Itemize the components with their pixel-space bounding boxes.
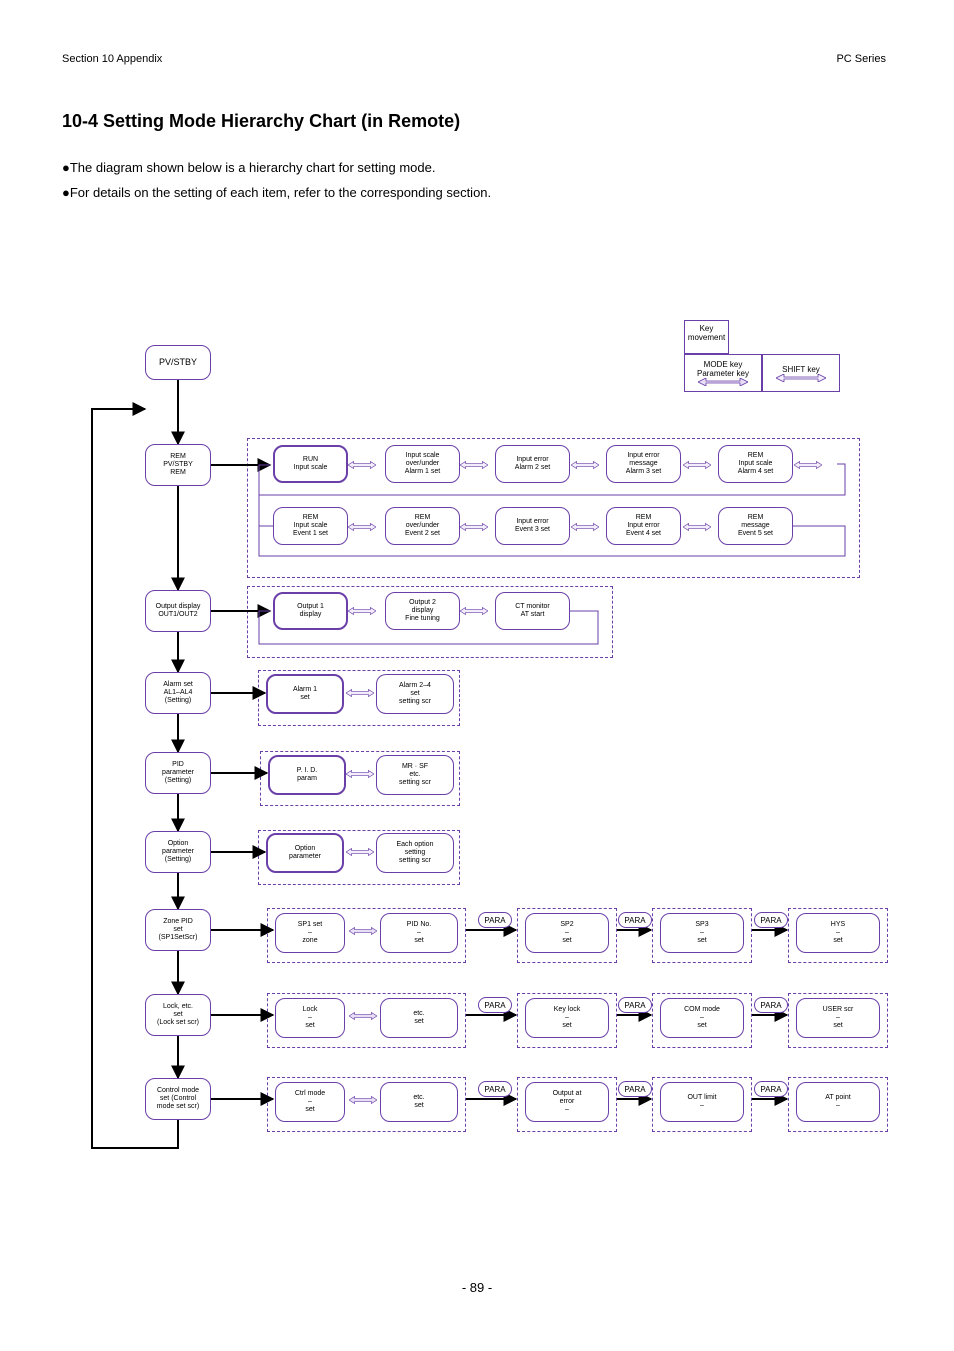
page-heading: 10-4 Setting Mode Hierarchy Chart (in Re… bbox=[62, 110, 460, 133]
main-r1: REM PV/STBY REM bbox=[145, 444, 211, 486]
row4-1: MR · SFetc.setting scr bbox=[376, 755, 454, 795]
para-pill-7-1: PARA bbox=[478, 997, 512, 1013]
page-number: - 89 - bbox=[0, 1280, 954, 1297]
row3-1: Alarm 2–4setsetting scr bbox=[376, 674, 454, 714]
row1-bot-1: REMover/underEvent 2 set bbox=[385, 507, 460, 545]
row1-top-0: RUNInput scale bbox=[273, 445, 348, 483]
para-pill-8-2: PARA bbox=[618, 1081, 652, 1097]
heading-note-1: ●The diagram shown below is a hierarchy … bbox=[62, 160, 435, 177]
main-r6: Zone PID set (SP1SetScr) bbox=[145, 909, 211, 951]
row5-0: Optionparameter bbox=[266, 833, 344, 873]
row7-tail-2: USER scr–set bbox=[796, 998, 880, 1038]
legend-title-box: Key movement bbox=[684, 320, 729, 354]
row1-top-3: Input errormessageAlarm 3 set bbox=[606, 445, 681, 483]
para-pill-6-3: PARA bbox=[754, 912, 788, 928]
row6-tail-1: SP3–set bbox=[660, 913, 744, 953]
root-box: PV/STBY bbox=[145, 345, 211, 380]
row2-1: Output 2displayFine tuning bbox=[385, 592, 460, 630]
row1-top-1: Input scaleover/underAlarm 1 set bbox=[385, 445, 460, 483]
main-r3: Alarm set AL1–AL4 (Setting) bbox=[145, 672, 211, 714]
row8-tail-0: Output aterror– bbox=[525, 1082, 609, 1122]
row6-pair-0: SP1 set–zone bbox=[275, 913, 345, 953]
row1-bot-2: Input errorEvent 3 set bbox=[495, 507, 570, 545]
row5-1: Each optionsettingsetting scr bbox=[376, 833, 454, 873]
row7-tail-1: COM mode–set bbox=[660, 998, 744, 1038]
row7-tail-0: Key lock–set bbox=[525, 998, 609, 1038]
para-pill-7-3: PARA bbox=[754, 997, 788, 1013]
row2-2: CT monitorAT start bbox=[495, 592, 570, 630]
para-pill-8-3: PARA bbox=[754, 1081, 788, 1097]
row2-0: Output 1display bbox=[273, 592, 348, 630]
para-pill-8-1: PARA bbox=[478, 1081, 512, 1097]
product-label: PC Series bbox=[836, 52, 886, 66]
legend-box-2: SHIFT key bbox=[762, 354, 840, 392]
row7-pair-0: Lock–set bbox=[275, 998, 345, 1038]
row1-top-4: REMInput scaleAlarm 4 set bbox=[718, 445, 793, 483]
section-label: Section 10 Appendix bbox=[62, 52, 162, 66]
row8-tail-1: OUT limit– bbox=[660, 1082, 744, 1122]
row7-pair-1: etc.set bbox=[380, 998, 458, 1038]
para-pill-6-2: PARA bbox=[618, 912, 652, 928]
para-pill-6-1: PARA bbox=[478, 912, 512, 928]
legend-box-1: MODE key Parameter key bbox=[684, 354, 762, 392]
row8-tail-2: AT point– bbox=[796, 1082, 880, 1122]
main-r2: Output display OUT1/OUT2 bbox=[145, 590, 211, 632]
para-pill-7-2: PARA bbox=[618, 997, 652, 1013]
main-r8: Control mode set (Control mode set scr) bbox=[145, 1078, 211, 1120]
main-r5: Option parameter (Setting) bbox=[145, 831, 211, 873]
heading-note-2: ●For details on the setting of each item… bbox=[62, 185, 491, 202]
row6-tail-0: SP2–set bbox=[525, 913, 609, 953]
row1-top-2: Input errorAlarm 2 set bbox=[495, 445, 570, 483]
row8-pair-1: etc.set bbox=[380, 1082, 458, 1122]
row1-bot-0: REMInput scaleEvent 1 set bbox=[273, 507, 348, 545]
row4-0: P. I. D.param bbox=[268, 755, 346, 795]
main-r7: Lock, etc. set (Lock set scr) bbox=[145, 994, 211, 1036]
main-r4: PID parameter (Setting) bbox=[145, 752, 211, 794]
row1-bot-4: REMmessageEvent 5 set bbox=[718, 507, 793, 545]
row6-tail-2: HYS–set bbox=[796, 913, 880, 953]
row3-0: Alarm 1set bbox=[266, 674, 344, 714]
arrows bbox=[0, 0, 954, 1351]
row6-pair-1: PID No.–set bbox=[380, 913, 458, 953]
row1-bot-3: REMInput errorEvent 4 set bbox=[606, 507, 681, 545]
row8-pair-0: Ctrl mode–set bbox=[275, 1082, 345, 1122]
